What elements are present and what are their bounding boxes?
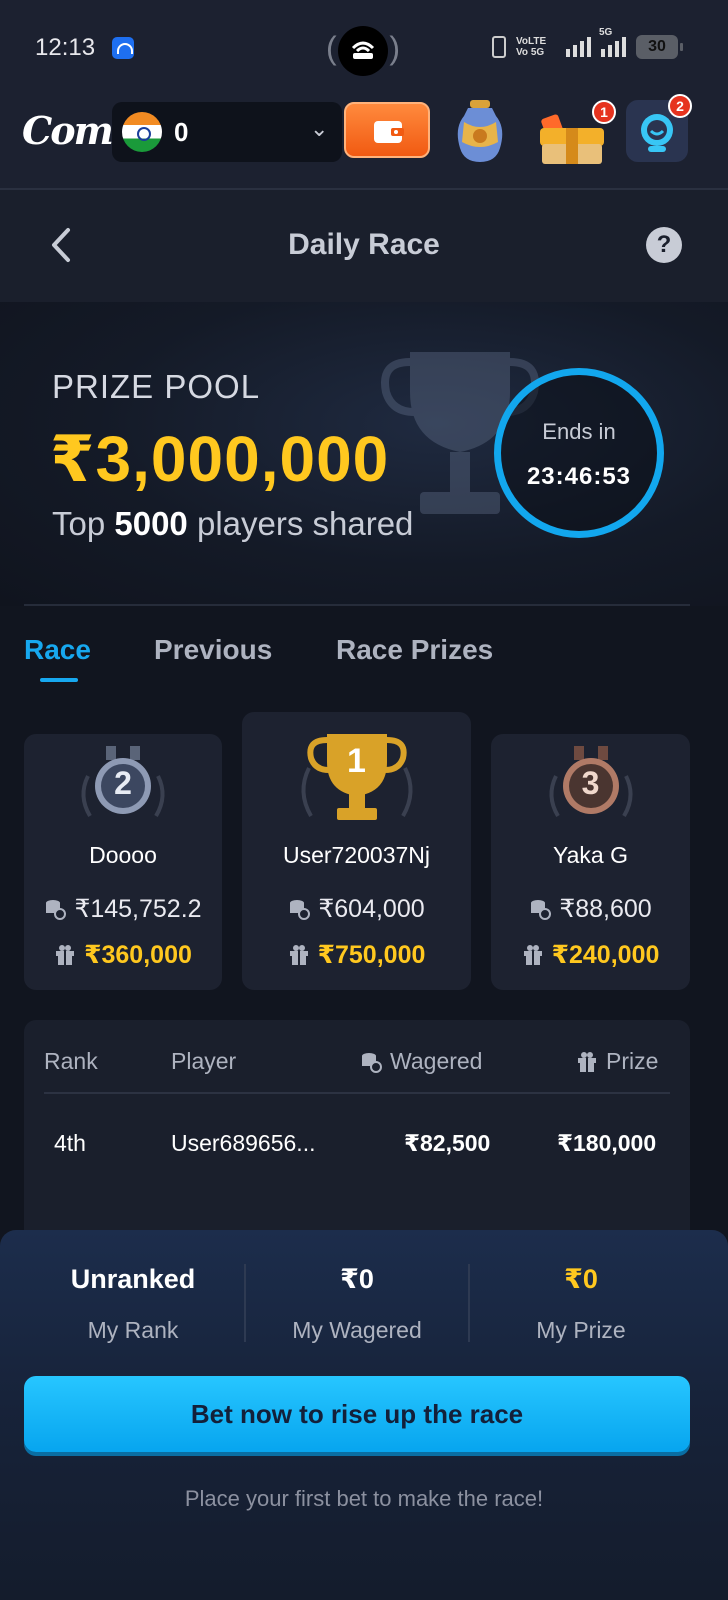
title-bar: Daily Race ? (0, 190, 728, 302)
my-wagered-stat: ₹0 My Wagered (246, 1264, 468, 1344)
podium-player-name: Doooo (89, 842, 157, 868)
podium-rank-number: 3 (581, 765, 600, 801)
my-race-panel: Unranked My Rank ₹0 My Wagered ₹0 My Pri… (0, 1230, 728, 1600)
my-prize-value: ₹0 (564, 1264, 598, 1294)
countdown-timer: 23:46:53 (526, 463, 632, 490)
podium-rank-number: 2 (114, 765, 132, 801)
volte-indicator: VoLTE Vo 5G (516, 36, 547, 58)
signal-icon (566, 37, 591, 57)
vibrate-icon (492, 36, 506, 58)
podium-card-first[interactable]: 1 User720037Nj ₹604,000 ₹750,000 (242, 712, 471, 990)
my-wagered-label: My Wagered (292, 1317, 422, 1343)
prize-pool-amount: ₹3,000,000 (50, 423, 390, 495)
page-title: Daily Race (288, 228, 440, 261)
wifi-sync-icon (112, 37, 134, 59)
wallet-icon (374, 121, 404, 143)
podium-player-name: User720037Nj (282, 842, 431, 868)
ends-in-label: Ends in (542, 419, 616, 444)
gift-badge: 1 (592, 100, 616, 124)
gift-icon (56, 945, 75, 965)
column-header-rank: Rank (44, 1048, 98, 1074)
gift-chest-icon[interactable]: 1 (536, 96, 616, 166)
podium-card-third[interactable]: 3 Yaka G ₹88,600 ₹240,000 (491, 734, 690, 990)
tab-race-prizes[interactable]: Race Prizes (336, 634, 493, 666)
balance-value: 0 (174, 117, 189, 147)
podium-prize: ₹360,000 (24, 940, 222, 970)
my-rank-label: My Rank (87, 1317, 179, 1343)
podium-prize: ₹240,000 (491, 940, 690, 970)
podium-wagered: ₹145,752.2 (24, 894, 222, 924)
hotspot-icon (351, 41, 375, 59)
status-indicators: VoLTE Vo 5G 5G 30 (492, 27, 683, 64)
row-prize: ₹180,000 (557, 1130, 657, 1156)
column-header-prize: Prize (576, 1048, 658, 1075)
coins-icon (362, 1052, 382, 1073)
signal-5g-icon: 5G (599, 27, 626, 57)
support-chat-icon[interactable]: 2 (626, 94, 692, 162)
coins-icon (46, 900, 67, 920)
podium-rank-number: 1 (347, 742, 366, 780)
podium-prize: ₹750,000 (242, 940, 471, 970)
gift-icon (523, 945, 542, 965)
my-prize-label: My Prize (536, 1317, 626, 1343)
battery-indicator: 30 (636, 35, 683, 59)
tab-race[interactable]: Race (24, 634, 91, 666)
countdown-ring: Ends in 23:46:53 (494, 368, 664, 538)
coins-icon (290, 900, 311, 920)
my-prize-stat: ₹0 My Prize (470, 1264, 692, 1344)
column-header-wagered: Wagered (360, 1048, 482, 1075)
balance-selector[interactable]: 0 ⌄ (112, 102, 342, 162)
coins-icon (531, 900, 552, 920)
support-badge: 2 (668, 94, 692, 118)
help-button[interactable]: ? (646, 227, 682, 263)
status-bar: 12:13 ( ) VoLTE Vo 5G 5G 30 (0, 0, 728, 86)
bet-hint-text: Place your first bet to make the race! (184, 1486, 544, 1511)
podium-card-second[interactable]: 2 Doooo ₹145,752.2 ₹360,000 (24, 734, 222, 990)
treasure-vase-icon[interactable] (452, 98, 508, 164)
gift-icon (289, 945, 308, 965)
row-rank: 4th (54, 1130, 86, 1156)
app-header: Come 0 ⌄ 1 2 (0, 86, 728, 190)
column-header-player: Player (171, 1048, 237, 1074)
prize-pool-label: PRIZE POOL (52, 368, 261, 405)
chevron-down-icon: ⌄ (310, 116, 329, 141)
row-player: User689656... (171, 1130, 316, 1156)
wallet-button[interactable] (344, 102, 430, 158)
podium-wagered: ₹88,600 (491, 894, 690, 924)
tab-previous[interactable]: Previous (154, 634, 272, 666)
hero-divider (24, 604, 690, 606)
podium-player-name: Yaka G (553, 842, 628, 868)
prize-pool-subtitle: Top 5000 players shared (52, 505, 414, 542)
prize-pool-hero: PRIZE POOL ₹3,000,000 Top 5000 players s… (0, 302, 728, 606)
my-wagered-value: ₹0 (340, 1264, 374, 1294)
hotspot-indicator: ( ) (326, 26, 400, 76)
my-rank-stat: Unranked My Rank (22, 1264, 244, 1344)
gift-icon (578, 1051, 596, 1072)
status-time: 12:13 (35, 34, 96, 61)
bet-now-button[interactable]: Bet now to rise up the race (24, 1376, 690, 1452)
row-wagered: ₹82,500 (404, 1130, 491, 1156)
table-header-divider (44, 1092, 670, 1094)
tab-active-indicator (40, 678, 78, 682)
india-flag-icon (122, 112, 162, 152)
my-rank-value: Unranked (70, 1264, 196, 1294)
podium-wagered: ₹604,000 (242, 894, 471, 924)
